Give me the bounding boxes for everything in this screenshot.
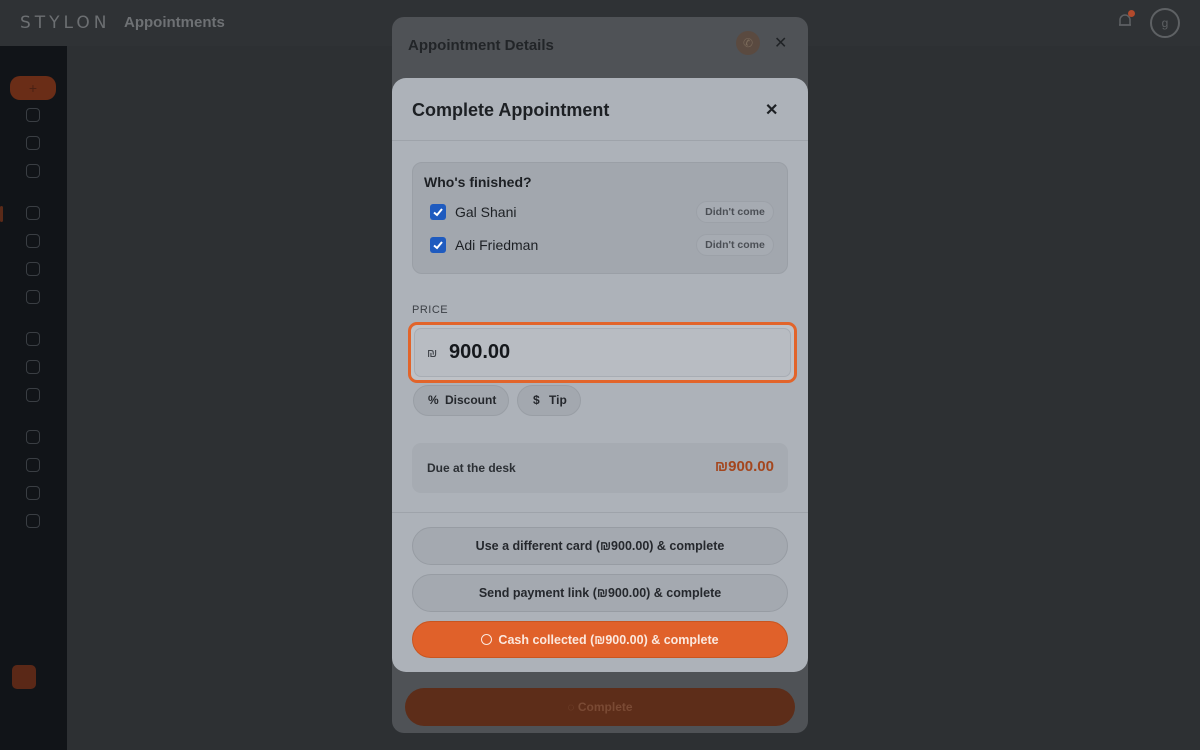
megaphone-icon[interactable] (26, 360, 40, 374)
close-icon[interactable]: ✕ (774, 33, 787, 53)
participants-card: Who's finished? Gal Shani Didn't come Ad… (412, 162, 788, 274)
cash-collected-label: Cash collected (₪900.00) & complete (498, 633, 719, 647)
tip-label: Tip (549, 393, 567, 407)
check-circle-icon (481, 634, 493, 645)
didnt-come-button[interactable]: Didn't come (696, 201, 774, 223)
participant-row: Adi Friedman Didn't come (430, 233, 780, 257)
shekel-icon: ₪ (427, 346, 438, 360)
user-icon[interactable] (26, 164, 40, 178)
settings-icon[interactable] (26, 514, 40, 528)
image-icon[interactable] (26, 458, 40, 472)
due-summary: Due at the desk ₪900.00 (412, 443, 788, 493)
participants-heading: Who's finished? (424, 174, 532, 190)
dollar-icon: $ (533, 393, 540, 407)
price-input[interactable] (449, 341, 749, 364)
price-field[interactable]: ₪ (414, 328, 791, 377)
team-icon[interactable] (26, 332, 40, 346)
didnt-come-button[interactable]: Didn't come (696, 234, 774, 256)
discount-button[interactable]: % Discount (413, 385, 509, 416)
phone-icon[interactable]: ✆ (736, 31, 760, 55)
discount-label: Discount (445, 393, 497, 407)
brand-logo: STYLON (20, 13, 111, 33)
home-icon[interactable] (26, 108, 40, 122)
briefcase-icon[interactable] (26, 430, 40, 444)
notification-dot (1128, 10, 1135, 17)
grid-icon[interactable] (26, 262, 40, 276)
checkmark-icon (433, 208, 443, 217)
workspace-avatar[interactable] (12, 665, 36, 689)
modal-title: Complete Appointment (412, 100, 610, 120)
participant-checkbox[interactable] (430, 204, 446, 220)
participant-checkbox[interactable] (430, 237, 446, 253)
price-field-focus-ring: ₪ (408, 322, 797, 383)
price-label: PRICE (412, 304, 449, 316)
divider (392, 512, 808, 513)
active-indicator (0, 206, 3, 222)
complete-button[interactable]: ◌ Complete (405, 688, 795, 726)
calendar-icon[interactable] (26, 234, 40, 248)
analytics-icon[interactable] (26, 136, 40, 150)
participant-name: Adi Friedman (455, 237, 539, 253)
close-icon[interactable]: ✕ (765, 100, 778, 120)
page-title: Appointments (124, 14, 225, 31)
history-icon[interactable] (26, 486, 40, 500)
due-label: Due at the desk (427, 461, 516, 475)
percent-icon: % (428, 393, 439, 407)
cash-collected-button[interactable]: Cash collected (₪900.00) & complete (412, 621, 788, 658)
check-circle-icon: ◌ (567, 700, 575, 714)
details-title: Appointment Details (408, 37, 554, 54)
modal-header: Complete Appointment ✕ (392, 78, 808, 141)
participant-name: Gal Shani (455, 204, 517, 220)
checkmark-icon (433, 241, 443, 250)
clock-icon[interactable] (26, 206, 40, 220)
complete-label: Complete (577, 700, 633, 714)
new-appointment-button[interactable]: + (10, 76, 56, 100)
avatar[interactable]: g (1150, 8, 1180, 38)
chat-icon[interactable] (26, 388, 40, 402)
sidebar: + (0, 46, 67, 750)
complete-appointment-modal: Complete Appointment ✕ Who's finished? G… (392, 78, 808, 672)
box-icon[interactable] (26, 290, 40, 304)
due-amount: ₪900.00 (714, 458, 774, 475)
tip-button[interactable]: $ Tip (517, 385, 581, 416)
participant-row: Gal Shani Didn't come (430, 200, 780, 224)
payment-link-button[interactable]: Send payment link (₪900.00) & complete (412, 574, 788, 612)
different-card-button[interactable]: Use a different card (₪900.00) & complet… (412, 527, 788, 565)
